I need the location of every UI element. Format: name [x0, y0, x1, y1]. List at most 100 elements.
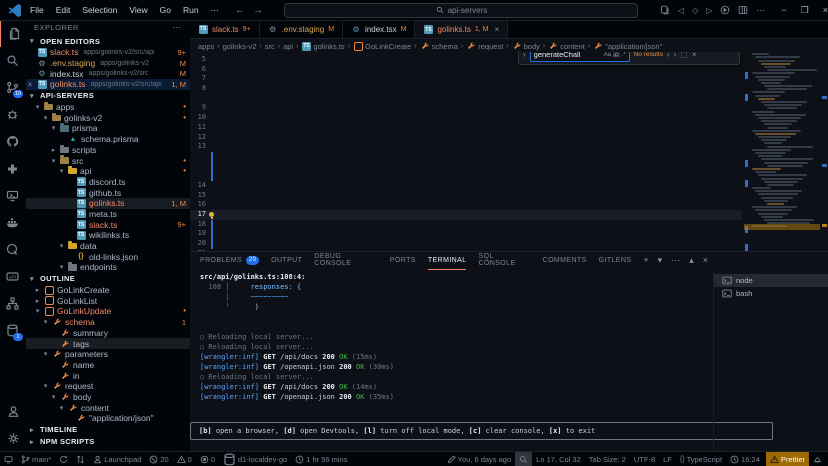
code-line[interactable]: 10 schema = { — [190, 113, 742, 123]
status-ports[interactable]: 0 — [196, 452, 219, 466]
tree-item-content[interactable]: ▾ content — [26, 402, 190, 413]
tree-item-GoLinkUpdate[interactable]: ▾ GoLinkUpdate • — [26, 306, 190, 317]
nav-forward-icon[interactable]: → — [253, 5, 263, 16]
code-line[interactable]: \n\n## API limits and required scopes\n*… — [190, 152, 742, 162]
breadcrumb-item[interactable]: GoLinkCreate — [353, 42, 411, 51]
tab-golinks.ts[interactable]: TSgolinks.ts 1, M× — [415, 20, 508, 38]
layout-control-icon[interactable]: ▷ — [706, 6, 712, 15]
tree-item-parameters[interactable]: ▾ parameters — [26, 349, 190, 360]
menu-file[interactable]: File — [24, 3, 50, 17]
activity-debug[interactable] — [0, 101, 25, 128]
code-line[interactable]: 19 slug: Str({ required: false }), — [190, 229, 742, 239]
code-line[interactable]: golinks will soft-deprecated after creat… — [190, 171, 742, 181]
editor-scrollbar[interactable] — [820, 52, 828, 252]
tab-.env.staging[interactable]: ⚙.env.staging M — [260, 20, 343, 38]
tab-index.tsx[interactable]: ⚙index.tsx M — [343, 20, 415, 38]
timeline-header[interactable]: ▸TIMELINE — [26, 424, 190, 436]
tree-item-schema.prisma[interactable]: ▲ schema.prisma — [26, 134, 190, 145]
code-line[interactable]: 8 — [190, 84, 742, 94]
status-bell[interactable] — [809, 452, 826, 466]
tree-item-in[interactable]: in — [26, 370, 190, 381]
open-editor-item[interactable]: TS slack.ts apps/golinks-v2/src/api 9+ — [26, 47, 190, 58]
status-compare[interactable] — [72, 452, 89, 466]
status-braces[interactable]: {} TypeScript — [676, 452, 726, 466]
activity-accounts[interactable] — [0, 398, 26, 425]
tree-item-slack.ts[interactable]: TS slack.ts 9+ — [26, 219, 190, 230]
command-center-search[interactable]: api-servers — [284, 3, 638, 18]
activity-live-share[interactable] — [0, 236, 25, 263]
nav-back-icon[interactable]: ← — [235, 5, 245, 16]
code-line[interactable]: 9export class GoLinkCreate extends OpenA… — [190, 103, 742, 113]
breadcrumb-item[interactable]: golinks-v2 — [223, 42, 257, 51]
code-line[interactable]: 12 summary: "Create a golink", — [190, 133, 742, 143]
status-git-branch[interactable]: main* — [17, 452, 55, 466]
tree-item-golinks.ts[interactable]: TS golinks.ts 1, M — [26, 198, 190, 209]
status-database[interactable]: d1-localdev-go — [219, 452, 291, 466]
status-tab-size-2[interactable]: Tab Size: 2 — [585, 452, 630, 466]
find-close-icon[interactable]: × — [692, 52, 697, 59]
find-next-icon[interactable]: › — [674, 52, 677, 59]
code-line[interactable]: 7import { generateSlug } from "lib/utils… — [190, 74, 742, 84]
layout-control-icon[interactable]: ◁ — [678, 6, 684, 15]
activity-docker[interactable] — [0, 209, 25, 236]
tree-item-api[interactable]: ▾ api • — [26, 166, 190, 177]
layout-control-icon[interactable]: ◇ — [692, 6, 698, 15]
lightbulb-icon[interactable] — [209, 212, 214, 217]
status-person[interactable]: Launchpad — [89, 452, 145, 466]
more-actions-icon[interactable]: ⋯ — [756, 5, 765, 16]
breadcrumb-item[interactable]: src — [265, 42, 275, 51]
activity-manage[interactable] — [0, 425, 26, 452]
tree-item-GoLinkCreate[interactable]: ▸ GoLinkCreate — [26, 285, 190, 296]
panel-tab-terminal[interactable]: TERMINAL — [428, 252, 467, 270]
activity-source-control[interactable]: 10 — [0, 74, 25, 101]
code-line[interactable]: 6import { Context } from "hono"; — [190, 65, 742, 75]
tree-item-discord.ts[interactable]: TS discord.ts — [26, 177, 190, 188]
breadcrumb-item[interactable]: api — [283, 42, 293, 51]
close-tab-icon[interactable]: × — [494, 25, 499, 34]
open-editors-header[interactable]: ▾OPEN EDITORS — [26, 35, 190, 47]
status-warning[interactable]: 0 — [173, 452, 196, 466]
code-editor[interactable]: 5import { adminApiKey, userApiKey } from… — [190, 52, 828, 252]
tree-item-request[interactable]: ▾ request — [26, 381, 190, 392]
tree-item-name[interactable]: name — [26, 360, 190, 371]
find-prev-icon[interactable]: ‹ — [667, 52, 670, 59]
layout-control-icon[interactable] — [720, 5, 730, 15]
menu-edit[interactable]: Edit — [50, 3, 77, 17]
explorer-more-icon[interactable]: ⋯ — [173, 22, 183, 33]
status-error[interactable]: 20 — [145, 452, 172, 466]
breadcrumb-item[interactable]: apps — [198, 42, 214, 51]
regex-icon[interactable]: .* — [622, 52, 626, 58]
menu-run[interactable]: Run — [177, 3, 205, 17]
layout-control-icon[interactable] — [660, 5, 670, 15]
activity-explorer[interactable] — [0, 20, 27, 47]
activity-extensions[interactable] — [0, 155, 25, 182]
status-clock[interactable]: 16:24 — [726, 452, 764, 466]
menu-selection[interactable]: Selection — [76, 3, 123, 17]
panel-action-icon[interactable]: × — [703, 255, 708, 266]
tree-item-GoLinkList[interactable]: ▸ GoLinkList — [26, 295, 190, 306]
open-editor-item[interactable]: ⚙ index.tsx apps/golinks-v2/src M — [26, 68, 190, 79]
status-remote-window[interactable] — [0, 452, 17, 466]
panel-action-icon[interactable]: + — [643, 255, 648, 266]
tree-item-github.ts[interactable]: TS github.ts — [26, 187, 190, 198]
open-editor-item[interactable]: ⚙ .env.staging apps/golinks-v2 M — [26, 58, 190, 69]
layout-control-icon[interactable] — [738, 5, 748, 15]
activity-github[interactable] — [0, 128, 25, 155]
status-clock[interactable]: 1 hr 56 mins — [291, 452, 351, 466]
code-line[interactable]: 15 body: { — [190, 191, 742, 201]
panel-tab-debug-console[interactable]: DEBUG CONSOLE — [314, 252, 378, 270]
menu-view[interactable]: View — [123, 3, 153, 17]
restore-icon[interactable]: ❐ — [801, 5, 809, 16]
breadcrumb-item[interactable]: body — [512, 42, 540, 51]
tree-item-old-links.json[interactable]: {} old-links.json — [26, 251, 190, 262]
menu-⋯[interactable]: ⋯ — [205, 3, 226, 18]
find-in-selection-icon[interactable]: ⬚ — [680, 52, 688, 59]
activity-remote-explorer[interactable] — [0, 182, 25, 209]
panel-action-icon[interactable]: ▾ — [658, 255, 663, 266]
panel-tab-gitlens[interactable]: GITLENS — [599, 252, 632, 270]
tree-item-meta.ts[interactable]: TS meta.ts — [26, 209, 190, 220]
terminal-instance-bash[interactable]: bash — [714, 287, 828, 300]
menu-go[interactable]: Go — [154, 3, 177, 17]
panel-tab-ports[interactable]: PORTS — [390, 252, 416, 270]
terminal-instance-node[interactable]: node — [714, 274, 828, 287]
